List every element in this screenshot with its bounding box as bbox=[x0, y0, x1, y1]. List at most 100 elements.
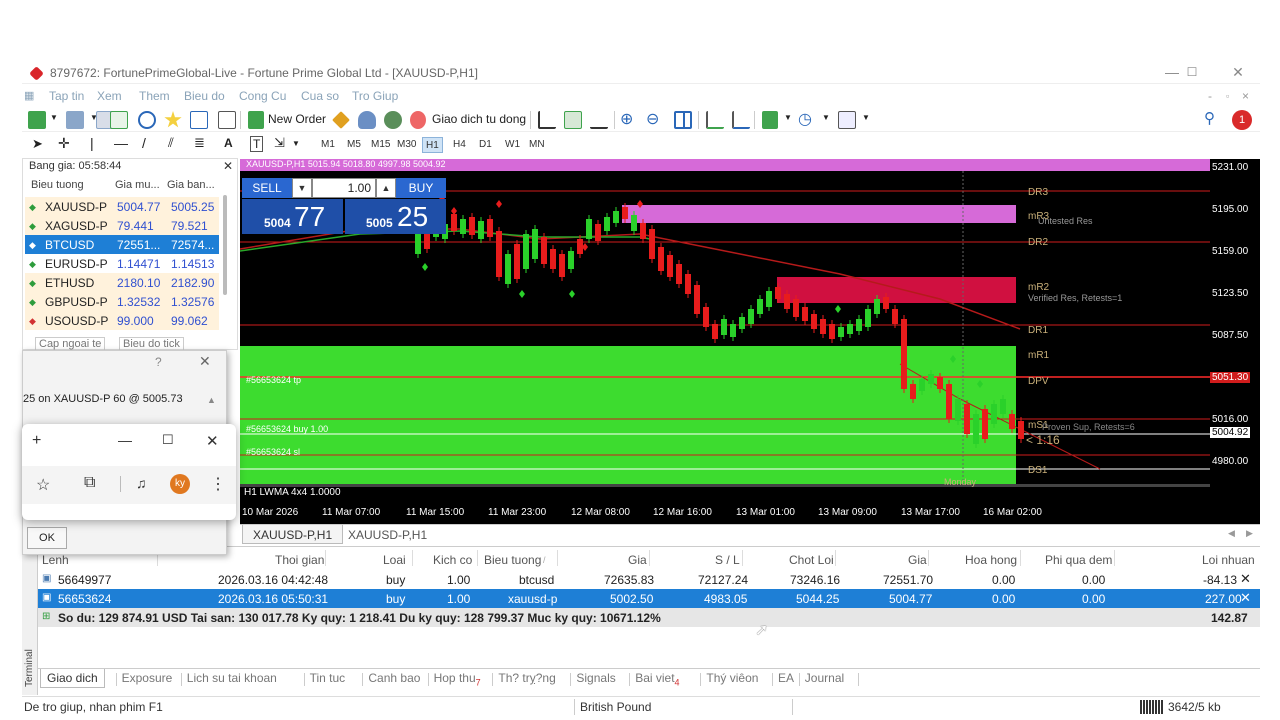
volume-increase-icon[interactable]: ▲ bbox=[376, 178, 396, 198]
timeframe-w1[interactable]: W1 bbox=[502, 137, 523, 153]
menu-tools[interactable]: Cong Cu bbox=[239, 89, 286, 103]
chart-tab[interactable]: XAUUSD-P,H1 bbox=[338, 525, 437, 544]
sell-button[interactable]: SELL bbox=[242, 178, 292, 198]
terminal-tab[interactable]: Tin tuc bbox=[308, 671, 348, 685]
terminal-tab[interactable]: EA bbox=[776, 671, 796, 685]
timeframe-m15[interactable]: M15 bbox=[368, 137, 393, 153]
text-label-tool-icon[interactable]: T bbox=[250, 136, 264, 152]
new-chart-dropdown-icon[interactable]: ▼ bbox=[50, 113, 58, 122]
scroll-left-icon[interactable]: ◀ bbox=[1228, 528, 1235, 539]
menu-charts[interactable]: Bieu do bbox=[184, 89, 225, 103]
column-type[interactable]: Loai bbox=[383, 553, 406, 567]
market-watch-row[interactable]: ◆ BTCUSD 72551... 72574... bbox=[25, 235, 219, 254]
templates-chart-icon[interactable] bbox=[838, 111, 856, 129]
periods-clock-icon[interactable]: ◷ bbox=[798, 109, 812, 129]
indicators-icon[interactable] bbox=[762, 111, 778, 129]
column-tp[interactable]: Chot Loi bbox=[789, 553, 834, 567]
media-controls-icon[interactable]: ♫ bbox=[136, 475, 147, 491]
column-order[interactable]: Lenh bbox=[42, 553, 69, 567]
search-icon[interactable]: ⚲ bbox=[1204, 109, 1215, 127]
volume-decrease-icon[interactable]: ▼ bbox=[292, 178, 312, 198]
terminal-tab[interactable]: Canh bao bbox=[366, 671, 422, 685]
profiles-icon[interactable] bbox=[66, 111, 84, 129]
templates-dropdown-icon[interactable]: ▼ bbox=[862, 113, 870, 122]
avatar[interactable]: ky bbox=[170, 474, 190, 494]
terminal-tab[interactable]: Giao dich bbox=[40, 669, 105, 688]
market-watch-icon[interactable] bbox=[110, 111, 128, 129]
tile-windows-icon[interactable] bbox=[674, 111, 692, 129]
extensions-icon[interactable]: ⧉ bbox=[84, 474, 95, 492]
minimize-icon[interactable]: — bbox=[1162, 64, 1182, 82]
timeframe-d1[interactable]: D1 bbox=[476, 137, 495, 153]
column-bid[interactable]: Gia mu... bbox=[115, 179, 160, 191]
market-watch-close-icon[interactable]: ✕ bbox=[223, 159, 233, 173]
cursor-icon[interactable]: ➤ bbox=[32, 136, 43, 152]
metaeditor-icon[interactable] bbox=[332, 111, 350, 129]
menu-window[interactable]: Cua so bbox=[301, 89, 339, 103]
mdi-minimize-icon[interactable]: - bbox=[1208, 89, 1212, 103]
chart-menu-icon[interactable]: ▦ bbox=[24, 89, 34, 102]
price-axis[interactable]: 5231.00 5195.00 5159.00 5123.50 5087.50 … bbox=[1210, 159, 1260, 502]
new-order-icon[interactable] bbox=[248, 111, 264, 129]
new-order-button[interactable]: New Order bbox=[268, 112, 326, 126]
timeframe-mn[interactable]: MN bbox=[526, 137, 548, 153]
fibonacci-icon[interactable]: ≣ bbox=[194, 135, 205, 151]
terminal-tab[interactable]: Thý viêon bbox=[704, 671, 760, 685]
trendline-icon[interactable]: / bbox=[142, 135, 146, 151]
time-axis[interactable]: 10 Mar 2026 11 Mar 07:00 11 Mar 15:00 11… bbox=[240, 502, 1260, 524]
close-order-icon[interactable]: ✕ bbox=[1240, 571, 1251, 587]
table-row[interactable]: ▣ 56649977 2026.03.16 04:42:48 buy 1.00 … bbox=[38, 570, 1260, 589]
terminal-tab[interactable]: Bai viet4 bbox=[633, 671, 681, 687]
column-commission[interactable]: Hoa hong bbox=[965, 553, 1017, 567]
column-sl[interactable]: S / L bbox=[715, 553, 740, 567]
column-symbol[interactable]: Bieu tuong bbox=[484, 553, 541, 567]
close-icon[interactable]: ✕ bbox=[1228, 64, 1248, 82]
bar-chart-icon[interactable] bbox=[538, 111, 556, 129]
new-chart-icon[interactable] bbox=[28, 111, 46, 129]
buy-price-box[interactable]: 5005 25 bbox=[345, 199, 446, 234]
menu-insert[interactable]: Them bbox=[139, 89, 170, 103]
column-ask[interactable]: Gia ban... bbox=[167, 179, 215, 191]
help-icon[interactable]: ? bbox=[155, 355, 162, 369]
line-chart-icon[interactable] bbox=[590, 111, 608, 129]
menu-help[interactable]: Tro Giup bbox=[352, 89, 398, 103]
text-tool-icon[interactable]: A bbox=[224, 136, 233, 150]
bookmark-star-icon[interactable]: ☆ bbox=[36, 475, 50, 495]
tester-icon[interactable] bbox=[218, 111, 236, 129]
terminal-tab[interactable]: Th? trỵ?ng bbox=[496, 671, 557, 685]
auto-trading-icon[interactable] bbox=[410, 111, 426, 129]
tab-forex[interactable]: Cap ngoai te bbox=[35, 337, 106, 351]
menu-view[interactable]: Xem bbox=[97, 89, 122, 103]
menu-file[interactable]: Tap tin bbox=[49, 89, 84, 103]
autoscroll-icon[interactable] bbox=[732, 111, 750, 129]
periods-dropdown-icon[interactable]: ▼ bbox=[822, 113, 830, 122]
chart-tab-active[interactable]: XAUUSD-P,H1 bbox=[242, 525, 344, 544]
timeframe-m1[interactable]: M1 bbox=[318, 137, 338, 153]
terminal-tab[interactable]: Exposure bbox=[120, 671, 175, 685]
close-order-icon[interactable]: ✕ bbox=[1240, 590, 1251, 606]
vertical-line-icon[interactable]: | bbox=[90, 135, 94, 151]
notifications-badge-icon[interactable]: 1 bbox=[1232, 110, 1252, 130]
candlestick-icon[interactable] bbox=[564, 111, 582, 129]
column-time[interactable]: Thoi gian bbox=[275, 553, 324, 567]
terminal-tab[interactable]: Lich su tai khoan bbox=[185, 671, 279, 685]
timeframe-h4[interactable]: H4 bbox=[450, 137, 469, 153]
more-menu-icon[interactable]: ⋮ bbox=[210, 474, 226, 494]
timeframe-m30[interactable]: M30 bbox=[394, 137, 419, 153]
horizontal-line-icon[interactable]: — bbox=[114, 135, 128, 151]
indicators-dropdown-icon[interactable]: ▼ bbox=[784, 113, 792, 122]
market-watch-row[interactable]: ◆ USOUSD-P 99.000 99.062 bbox=[25, 311, 219, 330]
terminal-tab[interactable]: Signals bbox=[574, 671, 617, 685]
terminal-window-icon[interactable] bbox=[190, 111, 208, 129]
market-watch-row[interactable]: ◆ GBPUSD-P 1.32532 1.32576 bbox=[25, 292, 219, 311]
market-watch-row[interactable]: ◆ ETHUSD 2180.10 2182.90 bbox=[25, 273, 219, 292]
ok-button[interactable]: OK bbox=[27, 527, 67, 549]
column-current-price[interactable]: Gia bbox=[908, 553, 927, 567]
mdi-close-icon[interactable]: × bbox=[1242, 89, 1249, 103]
signals-icon[interactable] bbox=[358, 111, 376, 129]
dialog-scroll-up-icon[interactable]: ▲ bbox=[207, 395, 216, 405]
mdi-restore-icon[interactable]: ▫ bbox=[1226, 91, 1229, 101]
arrows-dropdown-icon[interactable]: ▼ bbox=[292, 139, 300, 148]
arrows-tool-icon[interactable]: ⇲ bbox=[274, 135, 285, 151]
crosshair-icon[interactable]: ✛ bbox=[58, 135, 70, 152]
